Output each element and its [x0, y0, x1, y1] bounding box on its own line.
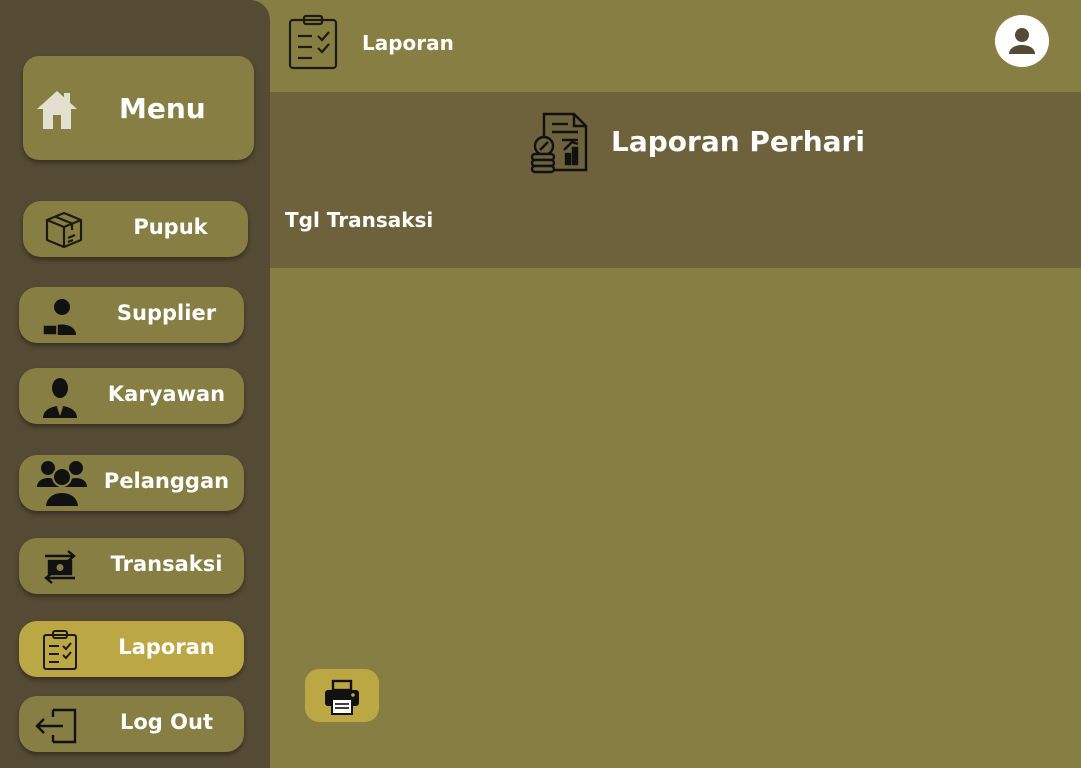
logout-button[interactable]: Log Out — [19, 696, 244, 752]
sidebar-item-pelanggan[interactable]: Pelanggan — [19, 455, 244, 511]
print-button[interactable] — [305, 669, 379, 722]
report-title: Laporan Perhari — [611, 125, 865, 158]
sidebar-item-pupuk[interactable]: Pupuk — [23, 201, 248, 257]
sidebar-item-label: Laporan — [118, 635, 215, 659]
sidebar-item-label: Transaksi — [110, 552, 223, 576]
sidebar-item-label: Supplier — [116, 301, 217, 325]
page-title: Laporan — [362, 31, 454, 55]
app-window: Menu Pupuk Supplier Karyawan Pelanggan T… — [0, 0, 1081, 768]
user-avatar-button[interactable] — [995, 15, 1049, 67]
financial-report-icon — [530, 110, 590, 174]
sidebar-item-transaksi[interactable]: Transaksi — [19, 538, 244, 594]
sidebar: Menu Pupuk Supplier Karyawan Pelanggan T… — [0, 0, 270, 768]
sidebar-item-label: Karyawan — [107, 382, 226, 406]
transaction-icon — [39, 546, 81, 588]
report-panel: Laporan Perhari Tgl Transaksi — [270, 92, 1081, 268]
transaction-date-label: Tgl Transaksi — [285, 208, 434, 232]
sidebar-item-label: Pelanggan — [103, 469, 230, 493]
top-header: Laporan — [270, 0, 1081, 92]
sidebar-item-karyawan[interactable]: Karyawan — [19, 368, 244, 424]
clipboard-icon — [39, 629, 81, 671]
logout-icon — [33, 704, 77, 746]
printer-icon — [325, 679, 359, 715]
box-icon — [43, 209, 85, 251]
supplier-icon — [39, 295, 81, 337]
sidebar-item-supplier[interactable]: Supplier — [19, 287, 244, 343]
customers-icon — [37, 457, 87, 508]
sidebar-item-label: Log Out — [120, 710, 213, 734]
menu-header: Menu — [23, 56, 254, 160]
sidebar-item-label: Pupuk — [133, 215, 208, 239]
user-icon — [1009, 28, 1035, 54]
menu-title: Menu — [119, 92, 206, 125]
sidebar-item-laporan[interactable]: Laporan — [19, 621, 244, 677]
employee-icon — [39, 376, 81, 418]
home-icon — [35, 88, 79, 132]
clipboard-icon — [288, 14, 340, 70]
